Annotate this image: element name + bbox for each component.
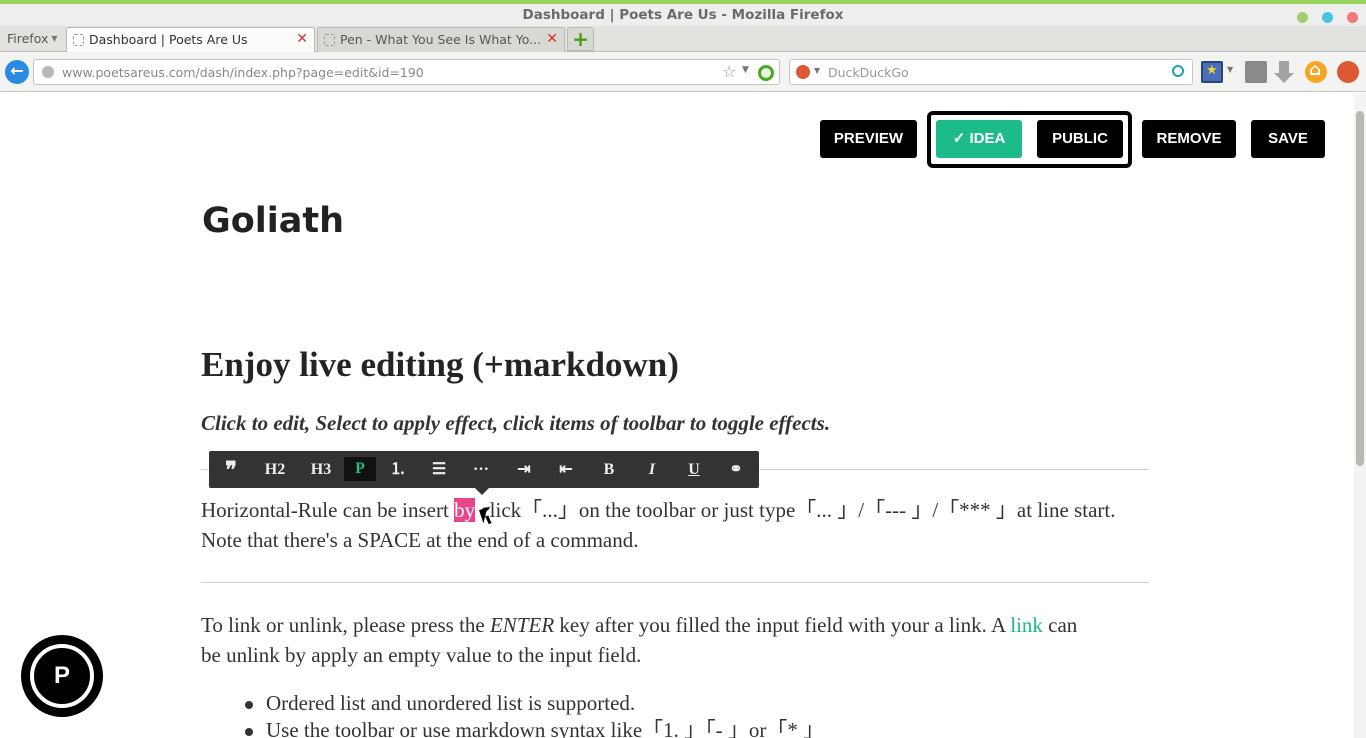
- text-span: can: [1042, 613, 1078, 637]
- page-scrollbar[interactable]: [1354, 93, 1366, 738]
- page-favicon-icon: [324, 34, 335, 46]
- home-icon[interactable]: [1305, 60, 1327, 83]
- list-item[interactable]: Ordered list and unordered list is suppo…: [245, 690, 824, 717]
- bookmark-star-icon[interactable]: ☆: [722, 62, 736, 81]
- back-button[interactable]: ←: [5, 60, 29, 84]
- history-dropdown-icon[interactable]: ▼: [742, 65, 749, 75]
- minimize-button[interactable]: [1297, 12, 1308, 23]
- idea-toggle-button[interactable]: ✓ IDEA: [936, 120, 1022, 158]
- window-titlebar: Dashboard | Poets Are Us - Mozilla Firef…: [0, 0, 1366, 26]
- horizontal-rule-icon[interactable]: ···: [467, 451, 495, 488]
- navigation-bar: ← www.poetsareus.com/dash/index.php?page…: [0, 52, 1366, 92]
- save-button[interactable]: SAVE: [1251, 120, 1325, 158]
- poets-menu-button[interactable]: P: [21, 635, 103, 717]
- indent-icon[interactable]: ⇥: [510, 451, 538, 488]
- search-input[interactable]: DuckDuckGo: [828, 65, 909, 80]
- content-heading[interactable]: Enjoy live editing (+markdown): [201, 345, 679, 385]
- url-bar[interactable]: www.poetsareus.com/dash/index.php?page=e…: [33, 59, 780, 85]
- bookmarks-icon[interactable]: [1201, 61, 1223, 83]
- underline-button[interactable]: U: [680, 451, 708, 488]
- selected-text[interactable]: by: [454, 498, 476, 522]
- text-span: Horizontal-Rule can be insert: [201, 498, 455, 522]
- search-icon[interactable]: [1172, 65, 1184, 77]
- tab-label: Dashboard | Poets Are Us: [89, 32, 248, 47]
- blockquote-icon[interactable]: ❞: [215, 451, 247, 488]
- tab-dashboard[interactable]: Dashboard | Poets Are Us ✕: [66, 27, 315, 52]
- reload-icon[interactable]: [758, 65, 774, 81]
- maximize-button[interactable]: [1322, 12, 1333, 23]
- window-title: Dashboard | Poets Are Us - Mozilla Firef…: [522, 7, 844, 23]
- outdent-icon[interactable]: ⇤: [552, 451, 580, 488]
- paragraph-link-line1[interactable]: To link or unlink, please press the ENTE…: [201, 610, 1077, 640]
- text-span: key after you filled the input field wit…: [554, 613, 1011, 637]
- content-subtitle[interactable]: Click to edit, Select to apply effect, c…: [201, 411, 830, 436]
- url-text[interactable]: www.poetsareus.com/dash/index.php?page=e…: [62, 65, 424, 80]
- text-span: click「...」on the toolbar or just type「..…: [475, 498, 1116, 522]
- scrollbar-thumb[interactable]: [1356, 111, 1364, 466]
- public-toggle-button[interactable]: PUBLIC: [1037, 120, 1123, 158]
- tab-pen[interactable]: Pen - What You See Is What Yo... ✕: [317, 27, 565, 52]
- heading3-button[interactable]: H3: [303, 451, 339, 488]
- italic-text: ENTER: [489, 613, 555, 637]
- link-icon[interactable]: ⚭: [722, 451, 750, 488]
- page-favicon-icon: [73, 34, 84, 46]
- search-engine-dropdown-icon[interactable]: ▼: [814, 66, 820, 75]
- duckduckgo-addon-icon[interactable]: [1337, 61, 1359, 83]
- document-title[interactable]: Goliath: [202, 201, 344, 241]
- paragraph-button[interactable]: P: [344, 457, 376, 481]
- text-span: To link or unlink, please press the: [201, 613, 490, 637]
- new-tab-button[interactable]: +: [567, 27, 594, 51]
- list-item[interactable]: Use the toolbar or use markdown syntax l…: [245, 717, 824, 738]
- unordered-list-icon[interactable]: ☰: [425, 451, 453, 488]
- content-link[interactable]: link: [1010, 613, 1043, 637]
- search-bar[interactable]: ▼ DuckDuckGo: [789, 59, 1193, 85]
- page-content: PREVIEW ✓ IDEA PUBLIC REMOVE SAVE Goliat…: [0, 93, 1366, 738]
- horizontal-rule: [201, 582, 1149, 583]
- heading2-button[interactable]: H2: [257, 451, 293, 488]
- bold-button[interactable]: B: [595, 451, 623, 488]
- ordered-list-icon[interactable]: ⒈: [384, 451, 412, 488]
- close-tab-icon[interactable]: ✕: [296, 31, 308, 47]
- close-window-button[interactable]: [1347, 12, 1358, 23]
- paragraph-link-line2[interactable]: be unlink by apply an empty value to the…: [201, 640, 641, 670]
- toolbar-pointer: [475, 488, 489, 495]
- close-tab-icon[interactable]: ✕: [546, 31, 558, 47]
- downloads-icon[interactable]: [1245, 61, 1267, 83]
- tab-bar: Firefox ▼ Dashboard | Poets Are Us ✕ Pen …: [0, 26, 1366, 52]
- italic-button[interactable]: I: [638, 451, 666, 488]
- editor-toolbar: ❞ H2 H3 P ⒈ ☰ ··· ⇥ ⇤ B I U ⚭: [209, 451, 759, 488]
- paragraph-hr-line1[interactable]: Horizontal-Rule can be insert by click「.…: [201, 495, 1115, 525]
- download-arrow-icon[interactable]: [1274, 61, 1296, 83]
- chevron-down-icon: ▼: [51, 34, 58, 43]
- bookmarks-dropdown-icon[interactable]: ▼: [1227, 65, 1233, 74]
- tab-label: Pen - What You See Is What Yo...: [340, 32, 542, 47]
- remove-button[interactable]: REMOVE: [1142, 120, 1236, 158]
- poets-logo-icon: P: [30, 644, 94, 708]
- bullet-list: Ordered list and unordered list is suppo…: [245, 690, 824, 738]
- firefox-menu-label: Firefox: [7, 31, 49, 46]
- duckduckgo-icon[interactable]: [796, 65, 810, 79]
- globe-icon: [42, 66, 54, 78]
- preview-button[interactable]: PREVIEW: [820, 120, 917, 158]
- paragraph-hr-line2[interactable]: Note that there's a SPACE at the end of …: [201, 525, 639, 555]
- firefox-menu-button[interactable]: Firefox ▼: [7, 31, 58, 46]
